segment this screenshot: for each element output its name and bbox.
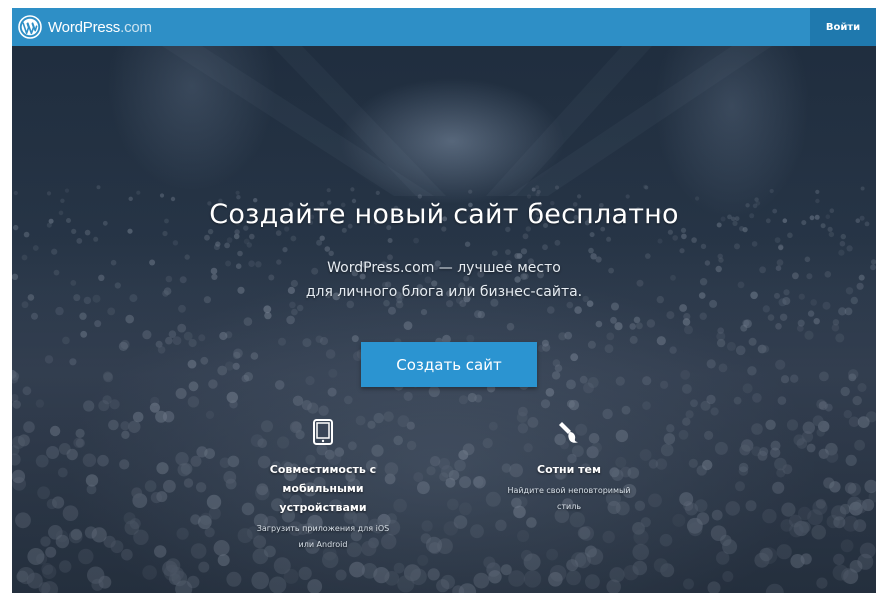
hero-subtext: WordPress.com — лучшее место для личного… bbox=[12, 256, 876, 304]
masterbar: WordPress.com Войти bbox=[12, 8, 876, 46]
wordpress-logo-icon bbox=[18, 15, 42, 39]
create-site-button[interactable]: Создать сайт bbox=[361, 342, 537, 387]
paintbrush-icon bbox=[559, 422, 578, 443]
feature-themes-desc: Найдите свой неповторимый стиль bbox=[507, 486, 631, 511]
feature-mobile: Совместимость с мобильными устройствами … bbox=[248, 418, 398, 553]
feature-themes: Сотни тем Найдите свой неповторимый стил… bbox=[474, 418, 664, 515]
tablet-icon bbox=[313, 419, 333, 445]
feature-mobile-desc[interactable]: Загрузить приложения для iOS или Android bbox=[248, 521, 398, 553]
feature-themes-title: Сотни тем bbox=[537, 463, 601, 476]
hero-subtext-line1: WordPress.com — лучшее место bbox=[327, 260, 561, 276]
hero-subtext-line2: для личного блога или бизнес-сайта. bbox=[305, 284, 583, 300]
login-button[interactable]: Войти bbox=[810, 8, 876, 46]
feature-mobile-title: Совместимость с мобильными устройствами bbox=[269, 463, 377, 514]
brand-link[interactable]: WordPress.com bbox=[18, 13, 152, 41]
browser-viewport: WordPress.com Войти Создайте новый сайт … bbox=[12, 8, 876, 593]
hero-section: Создайте новый сайт бесплатно WordPress.… bbox=[12, 46, 876, 593]
brand-name: WordPress.com bbox=[48, 18, 152, 36]
hero-headline: Создайте новый сайт бесплатно bbox=[209, 199, 679, 230]
hero-overlay bbox=[12, 46, 876, 593]
